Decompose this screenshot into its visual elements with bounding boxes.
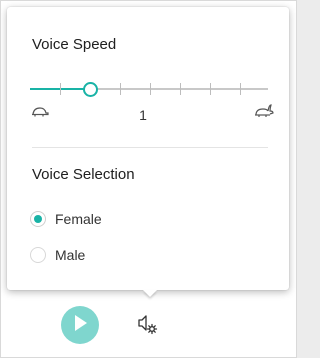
read-aloud-toolbar: [1, 297, 296, 357]
voice-speed-title: Voice Speed: [32, 36, 117, 53]
radio-option-male[interactable]: Male: [30, 245, 85, 265]
slider-tick: [60, 83, 61, 95]
slider-tick: [210, 83, 211, 95]
slider-tick: [150, 83, 151, 95]
male-radio[interactable]: [30, 247, 46, 263]
section-divider: [32, 147, 268, 148]
voice-speed-slider[interactable]: [30, 81, 268, 97]
male-label: Male: [55, 247, 86, 263]
female-radio[interactable]: [30, 211, 46, 227]
female-label: Female: [55, 211, 102, 227]
read-aloud-window: Voice Speed 1 Voice Selection Female Mal…: [0, 0, 297, 358]
play-button[interactable]: [61, 306, 99, 344]
slider-tick: [180, 83, 181, 95]
rabbit-icon: [254, 104, 274, 123]
voice-selection-title: Voice Selection: [32, 166, 135, 183]
radio-option-female[interactable]: Female: [30, 209, 102, 229]
popup-pointer: [143, 290, 157, 297]
slider-tick: [240, 83, 241, 95]
slider-thumb[interactable]: [82, 81, 98, 97]
slider-tick: [120, 83, 121, 95]
voice-settings-icon: [135, 315, 161, 341]
voice-settings-popup: Voice Speed 1 Voice Selection Female Mal…: [7, 7, 289, 290]
play-icon: [72, 314, 88, 337]
voice-speed-value: 1: [139, 107, 147, 123]
turtle-icon: [31, 104, 49, 122]
voice-settings-button[interactable]: [135, 311, 161, 337]
